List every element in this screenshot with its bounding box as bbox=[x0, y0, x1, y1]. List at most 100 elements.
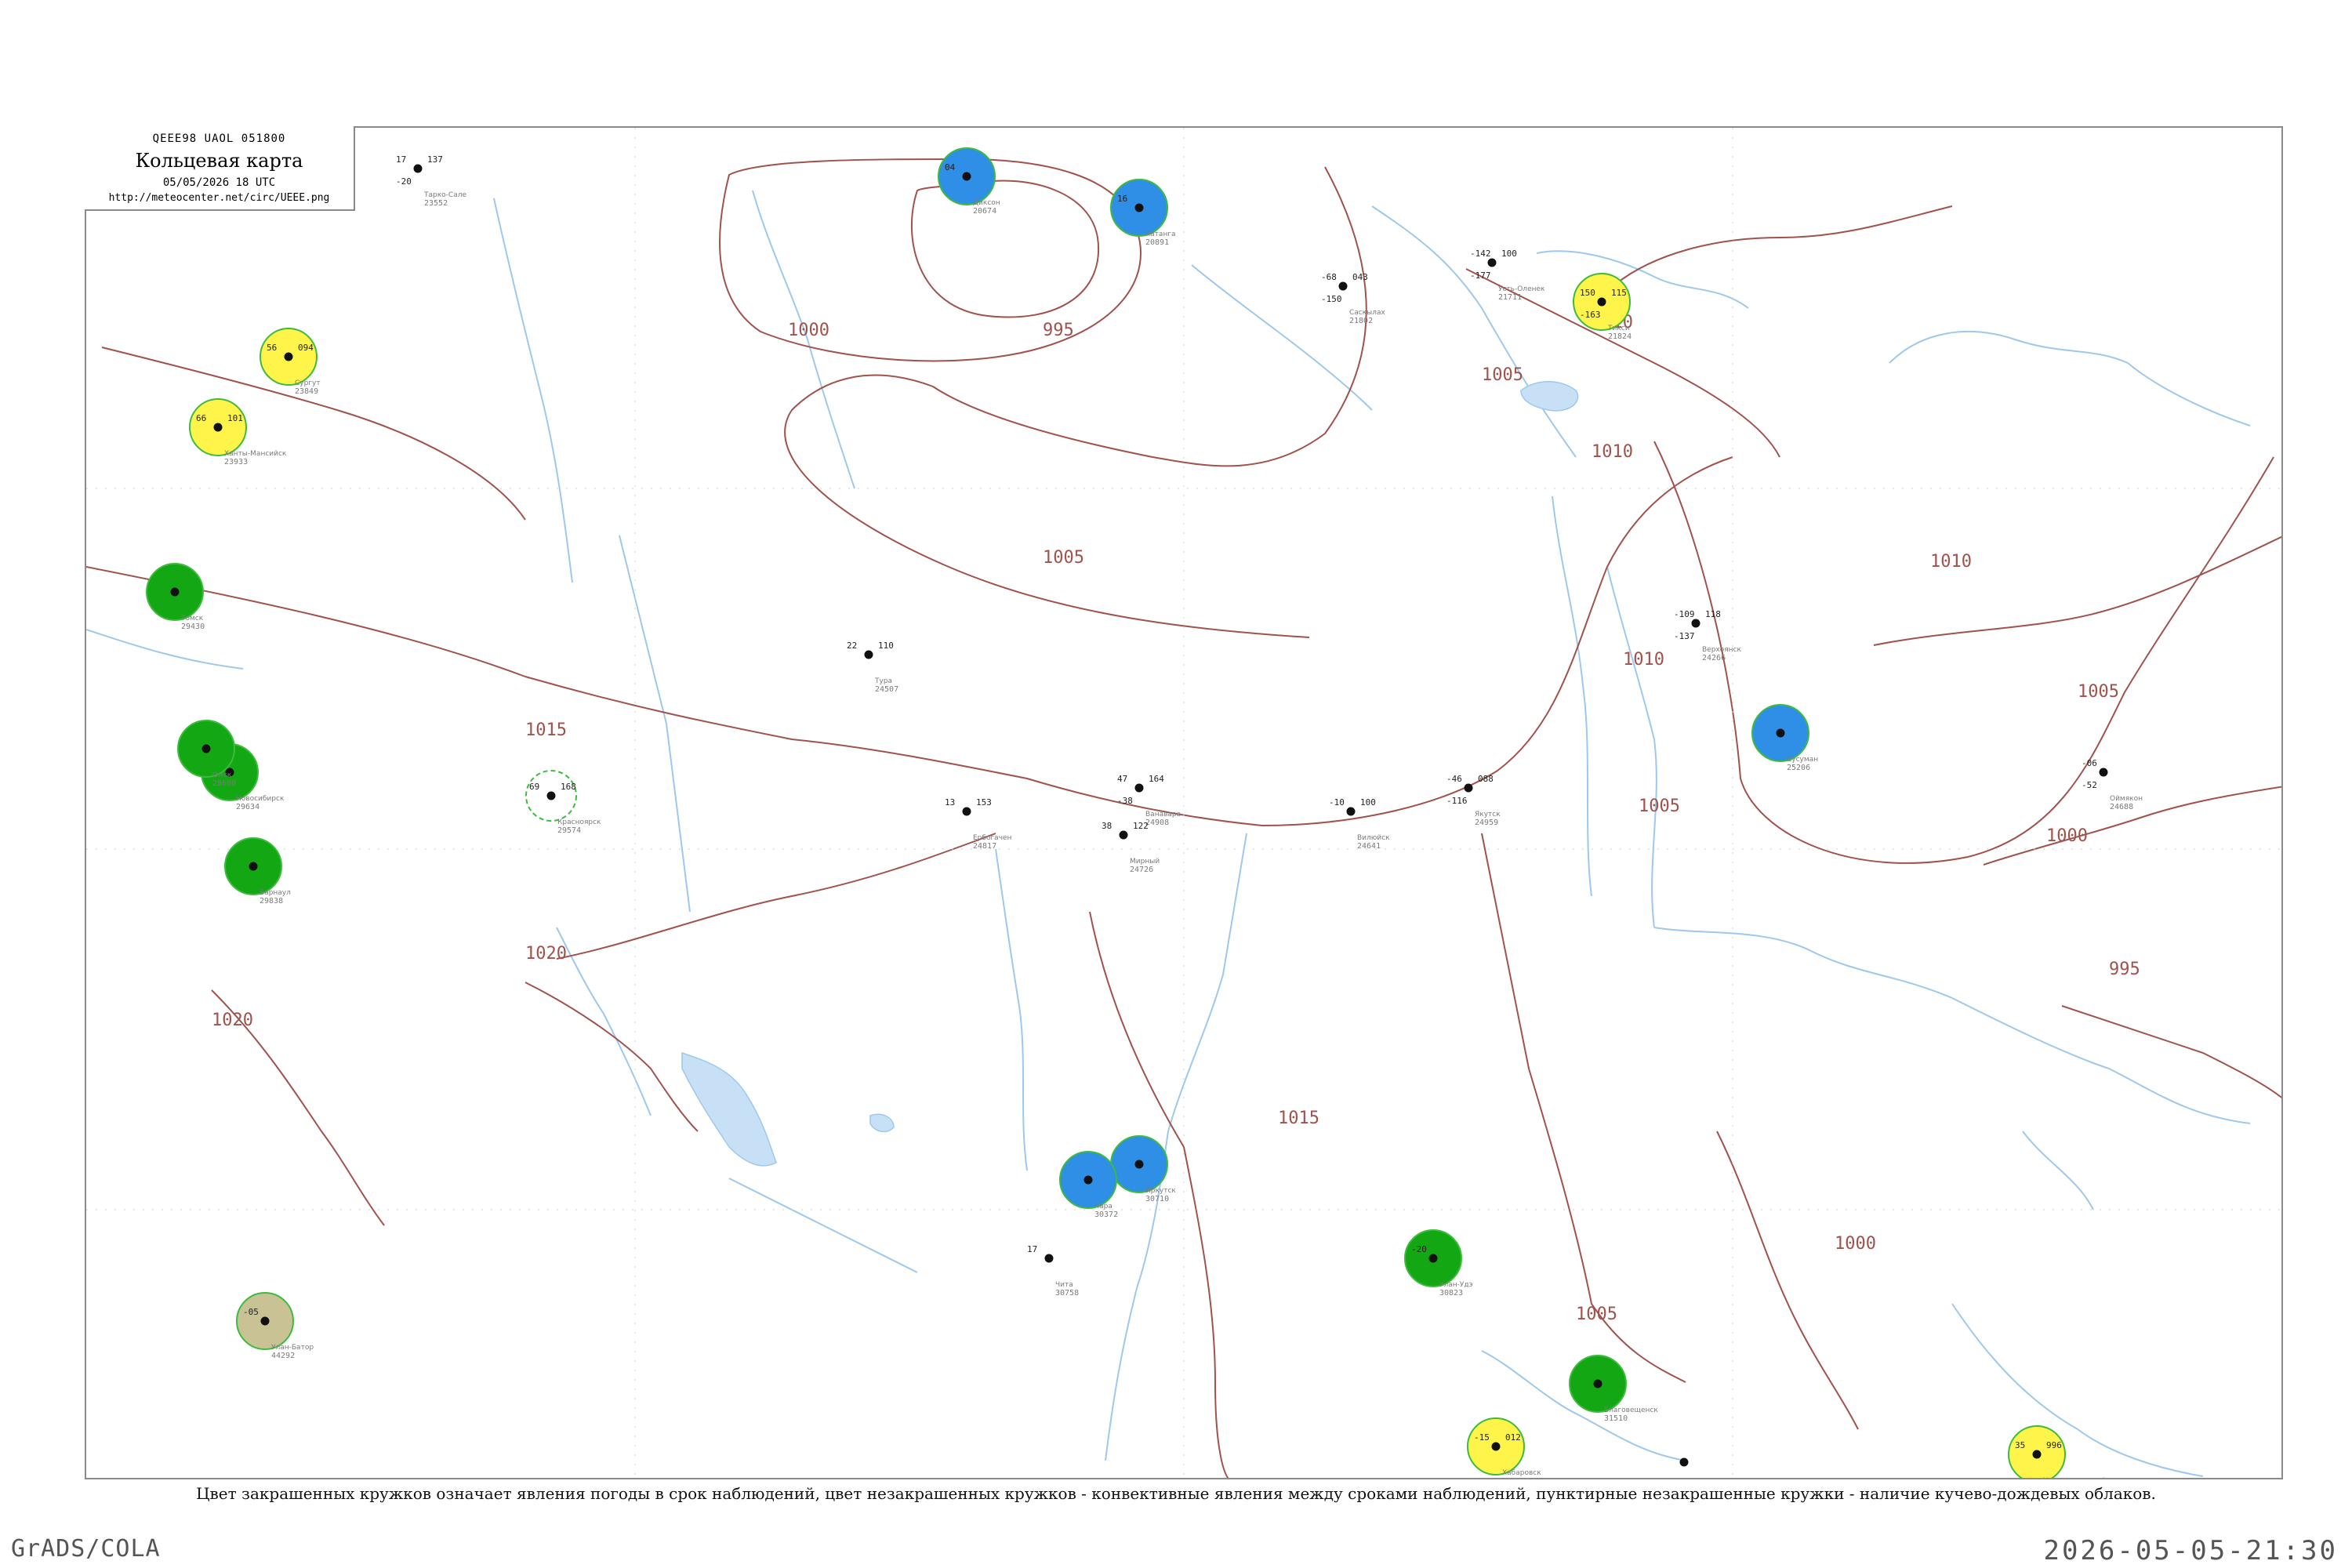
isobar-1015 bbox=[86, 456, 1733, 827]
station-name: Ербогачен bbox=[973, 834, 1012, 842]
station-plot[interactable]: Охотск31088 bbox=[1679, 1457, 1717, 1479]
station-temp: 150 bbox=[1580, 288, 1595, 298]
station-dot bbox=[213, 423, 223, 432]
station-dot bbox=[260, 1316, 270, 1326]
station-plot[interactable]: -142 100 -177 Усть-Оленек21711 bbox=[1470, 249, 1545, 302]
station-dot bbox=[1134, 1160, 1144, 1169]
station-name: Тарко-Сале bbox=[423, 191, 466, 199]
station-code: 24959 bbox=[1475, 818, 1498, 827]
station-name: Улан-Удэ bbox=[1439, 1281, 1473, 1289]
station-plot[interactable]: 16 Хатанга20891 bbox=[1110, 179, 1176, 247]
station-code: 24726 bbox=[1130, 866, 1153, 874]
station-name: Вилюйск bbox=[1357, 834, 1390, 842]
station-dot bbox=[1464, 783, 1473, 793]
station-temp: 22 bbox=[847, 641, 857, 651]
station-dewpoint: -163 bbox=[1580, 310, 1601, 320]
station-pressure: 100 bbox=[1360, 797, 1376, 808]
isobar-label: 1015 bbox=[525, 720, 567, 740]
station-plot[interactable]: -46 088 -116 Якутск24959 bbox=[1446, 774, 1501, 827]
station-pressure: 168 bbox=[561, 782, 576, 792]
observation-time: 05/05/2026 18 UTC bbox=[162, 176, 276, 189]
station-dot bbox=[1428, 1254, 1438, 1263]
station-plot[interactable]: 13 153 Ербогачен24817 bbox=[945, 797, 1012, 851]
station-plot[interactable]: 66 101 Ханты-Мансийск23933 bbox=[189, 398, 287, 466]
isobar-label: 1005 bbox=[1576, 1305, 1617, 1324]
station-plot[interactable]: -20 Улан-Удэ30823 bbox=[1404, 1229, 1473, 1298]
station-plot[interactable]: Благовещенск31510 bbox=[1569, 1355, 1658, 1423]
station-plot[interactable]: 47 164 -38 Ванавара24908 bbox=[1117, 774, 1181, 827]
station-dot bbox=[546, 791, 556, 800]
isobar-label: 1005 bbox=[2078, 682, 2119, 702]
map-frame[interactable]: 1000 995 1005 1010 1010 1010 1010 1015 1… bbox=[85, 126, 2283, 1479]
station-code: 30372 bbox=[1094, 1210, 1118, 1219]
station-name: Тикси bbox=[1607, 325, 1630, 332]
isobar-label: 1020 bbox=[525, 944, 567, 964]
station-code: 24688 bbox=[2110, 803, 2133, 811]
station-plot[interactable]: -06 -52 Оймякон24688 bbox=[2082, 758, 2143, 811]
station-name: Чита bbox=[1055, 1281, 1073, 1289]
isobar-label: 1000 bbox=[2046, 826, 2088, 846]
station-plot[interactable]: Барнаул29838 bbox=[224, 837, 291, 906]
station-plot[interactable]: 17 Чита30758 bbox=[1027, 1244, 1079, 1298]
station-dot bbox=[1691, 619, 1700, 628]
isobar-995-se bbox=[2061, 1005, 2281, 1099]
station-dot bbox=[962, 172, 971, 181]
station-temp: 38 bbox=[1102, 821, 1112, 831]
station-temp: -20 bbox=[1411, 1244, 1427, 1254]
station-pressure: 115 bbox=[1611, 288, 1627, 298]
station-code: 23933 bbox=[224, 458, 248, 466]
station-plot[interactable]: 69 168 Красноярск29574 bbox=[525, 770, 601, 835]
station-pressure: 100 bbox=[1501, 249, 1517, 259]
station-name: Усть-Оленек bbox=[1498, 285, 1545, 293]
isobar-1010-n bbox=[1653, 441, 2274, 864]
generated-timestamp: 2026-05-05-21:30 bbox=[2043, 1535, 2338, 1566]
station-name: Барнаул bbox=[260, 889, 291, 897]
station-plot[interactable]: 17 137 -20 Тарко-Сале23552 bbox=[396, 154, 466, 208]
stations-layer: 17 137 -20 Тарко-Сале23552 04 Диксон20674 16 Ха… bbox=[146, 147, 2143, 1479]
station-plot[interactable]: Сусуман25206 bbox=[1751, 704, 1818, 772]
station-temp: 17 bbox=[396, 154, 406, 165]
station-plot[interactable]: 22 110 Тура24507 bbox=[847, 641, 898, 694]
station-code: 30758 bbox=[1055, 1289, 1079, 1298]
isobar-1005-s bbox=[1481, 833, 1686, 1383]
station-plot[interactable]: 04 Диксон20674 bbox=[938, 147, 1000, 216]
station-dot bbox=[201, 744, 211, 753]
station-name: Сургут bbox=[295, 379, 321, 387]
isobars bbox=[86, 158, 2281, 1478]
station-dot bbox=[2099, 768, 2108, 777]
station-dewpoint: -38 bbox=[1117, 796, 1133, 806]
station-name: Диксон bbox=[973, 199, 1000, 207]
station-plot[interactable]: -10 100 Вилюйск24641 bbox=[1329, 797, 1390, 851]
station-temp: -10 bbox=[1329, 797, 1345, 808]
station-dot bbox=[1134, 783, 1144, 793]
station-code: 23552 bbox=[424, 199, 448, 208]
station-temp: -05 bbox=[243, 1307, 259, 1317]
station-plot[interactable]: Томск29430 bbox=[146, 563, 205, 631]
station-plot[interactable]: 56 094 Сургут23849 bbox=[260, 328, 321, 396]
station-plot[interactable]: -05 Улан-Батор44292 bbox=[236, 1292, 314, 1360]
station-temp: 16 bbox=[1117, 194, 1127, 204]
station-code: 20891 bbox=[1145, 238, 1169, 247]
station-plot[interactable]: 38 122 Мирный24726 bbox=[1102, 821, 1160, 874]
station-dewpoint: -137 bbox=[1674, 631, 1695, 641]
station-dot bbox=[1487, 258, 1497, 267]
station-plot[interactable]: -15 012 Хабаровск31735 bbox=[1467, 1417, 1541, 1479]
station-pressure: 122 bbox=[1133, 821, 1149, 831]
station-name: Улан-Батор bbox=[271, 1344, 314, 1352]
station-code: 30710 bbox=[1145, 1195, 1169, 1203]
station-pressure: 110 bbox=[878, 641, 894, 651]
station-plot[interactable]: -68 043 -150 Саскылах21802 bbox=[1321, 272, 1386, 325]
station-code: 25206 bbox=[1787, 764, 1810, 772]
isobar-label: 1015 bbox=[1278, 1109, 1319, 1128]
station-plot[interactable]: 35996Николаевск-на-Амуре31369 bbox=[2008, 1425, 2125, 1479]
station-code: 31735 bbox=[1502, 1477, 1526, 1479]
station-code: 20674 bbox=[973, 207, 996, 216]
isobar-1000 bbox=[719, 158, 1142, 362]
station-plot[interactable]: -109 118 -137 Верхоянск24266 bbox=[1674, 609, 1742, 662]
station-temp: -109 bbox=[1674, 609, 1695, 619]
station-pressure: 164 bbox=[1149, 774, 1164, 784]
station-code: 24507 bbox=[875, 685, 898, 694]
page-title: Кольцевая карта bbox=[135, 150, 303, 172]
station-plot[interactable]: Чара30372 bbox=[1059, 1151, 1118, 1219]
station-name: Ванавара bbox=[1145, 811, 1181, 818]
